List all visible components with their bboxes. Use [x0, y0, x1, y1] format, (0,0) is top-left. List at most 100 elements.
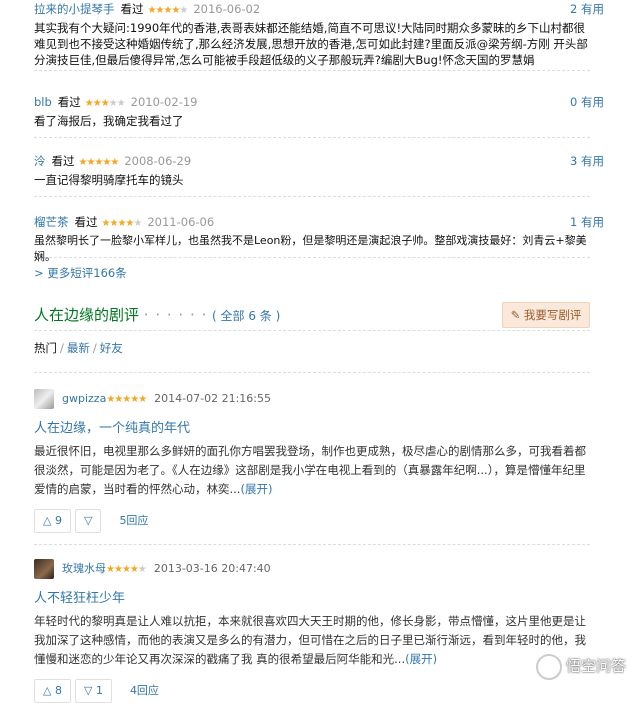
short-comment: blb 看过 ★★★★★ 2010-02-19 0 有用 看了海报后，我确定我看过了	[34, 93, 604, 138]
review-date: 2013-03-16 20:47:40	[153, 562, 271, 575]
star-icon: ★	[129, 564, 139, 575]
watermark-text: 悟空问答	[565, 657, 626, 675]
triangle-up-icon: △	[43, 684, 52, 697]
sort-separator: /	[60, 341, 64, 355]
star-icon: ★	[137, 564, 147, 575]
useful-button[interactable]: 2 有用	[570, 0, 604, 18]
title-dots: · · · · · ·	[143, 306, 208, 324]
useful-button[interactable]: 1 有用	[570, 213, 604, 231]
rating-stars: ★★★★★	[148, 5, 189, 16]
vote-up-button[interactable]: △ 8	[34, 679, 71, 703]
comment-text: 看了海报后，我确定我看过了	[34, 114, 184, 128]
sort-separator: /	[92, 341, 97, 355]
comment-header: 泠看过 ★★★★★ 2008-06-29 3 有用	[34, 152, 604, 170]
review-title[interactable]: 人在边缘，一个纯真的年代	[34, 417, 590, 436]
review-item: 玫瑰水母★★★★★ 2013-03-16 20:47:40 人不轻狂枉少年 年轻时…	[34, 559, 590, 703]
review-header: gwpizza★★★★★ 2014-07-02 21:16:55	[34, 389, 590, 409]
comment-text: 一直记得黎明骑摩托车的镜头	[34, 173, 184, 187]
star-icon: ★	[106, 564, 115, 575]
short-comment: 泠看过 ★★★★★ 2008-06-29 3 有用 一直记得黎明骑摩托车的镜头	[34, 152, 604, 197]
vote-down-count: 1	[95, 684, 103, 697]
watched-label: 看过	[120, 2, 144, 16]
reviews-section-header: 人在边缘的剧评 · · · · · · ( 全部 6 条 ) ✎ 我要写剧评	[34, 300, 590, 331]
comment-header: 拉来的小提琴手 看过 ★★★★★ 2016-06-02 2 有用	[34, 0, 604, 18]
write-review-button[interactable]: ✎ 我要写剧评	[502, 302, 590, 328]
star-icon: ★	[130, 394, 139, 405]
section-title-text: 人在边缘的剧评	[34, 306, 140, 324]
vote-up-count: 9	[54, 514, 62, 527]
write-review-label: 我要写剧评	[523, 308, 582, 322]
watermark-logo: 悟空问答	[535, 651, 626, 681]
comment-header: blb 看过 ★★★★★ 2010-02-19 0 有用	[34, 93, 604, 111]
star-icon: ★	[100, 98, 110, 109]
rating-stars: ★★★★★	[79, 157, 120, 168]
review-user-link[interactable]: 玫瑰水母	[62, 562, 106, 575]
review-text-body: 年轻时代的黎明真是让人难以抗拒，本来就很喜欢四大天王时期的他，修长身影，带点懵懂…	[34, 614, 586, 666]
vote-up-button[interactable]: △ 9	[34, 509, 71, 533]
comment-date: 2016-06-02	[193, 2, 261, 16]
section-title: 人在边缘的剧评 · · · · · · ( 全部 6 条 )	[34, 304, 280, 325]
review-sort-tabs: 热门 / 最新 / 好友	[34, 340, 123, 356]
comment-date: 2008-06-29	[124, 154, 192, 168]
star-icon: ★	[133, 218, 142, 229]
review-user-link[interactable]: gwpizza	[62, 392, 106, 405]
replies-link[interactable]: 4回应	[130, 684, 159, 697]
useful-button[interactable]: 3 有用	[570, 152, 604, 170]
star-icon: ★	[113, 564, 123, 575]
triangle-down-icon: ▽	[83, 684, 93, 697]
divider	[34, 372, 590, 373]
more-short-comments-link[interactable]: > 更多短评166条	[34, 265, 127, 281]
review-footer: △ 8 ▽ 1 4回应	[34, 679, 590, 703]
star-icon: ★	[84, 98, 94, 109]
watched-label: 看过	[57, 95, 81, 109]
pencil-icon: ✎	[510, 308, 521, 322]
vote-down-button[interactable]: ▽ 1	[74, 679, 112, 703]
comment-user-link[interactable]: 拉来的小提琴手	[34, 2, 115, 16]
avatar[interactable]	[34, 389, 54, 409]
triangle-down-icon: ▽	[83, 514, 93, 527]
comment-header: 榴芒茶 看过 ★★★★★ 2011-06-06 1 有用	[34, 213, 604, 231]
comment-user-link[interactable]: 榴芒茶	[34, 215, 69, 229]
rating-stars: ★★★★★	[102, 218, 143, 229]
star-icon: ★	[138, 394, 147, 405]
comment-user-link[interactable]: blb	[34, 95, 52, 109]
watched-label: 看过	[51, 154, 75, 168]
all-reviews-link[interactable]: ( 全部 6 条 )	[212, 309, 280, 323]
comment-text: 其实我有个大疑问:1990年代的香港,表哥表妹都还能结婚,简直不可思议!大陆同时…	[34, 21, 588, 67]
vote-down-button[interactable]: ▽	[74, 509, 102, 533]
replies-link[interactable]: 5回应	[119, 514, 148, 527]
sort-hot[interactable]: 热门	[34, 341, 57, 355]
rating-stars: ★★★★★	[106, 564, 147, 575]
star-icon: ★	[116, 98, 126, 109]
sort-latest[interactable]: 最新	[67, 341, 90, 355]
triangle-up-icon: △	[43, 514, 52, 527]
review-header: 玫瑰水母★★★★★ 2013-03-16 20:47:40	[34, 559, 590, 579]
comment-date: 2011-06-06	[147, 215, 215, 229]
vote-up-count: 8	[54, 684, 62, 697]
useful-button[interactable]: 0 有用	[570, 93, 604, 111]
expand-link[interactable]: (展开)	[405, 652, 437, 666]
chat-bubble-icon	[535, 653, 562, 680]
sort-friends[interactable]: 好友	[100, 341, 123, 355]
review-text-body: 最近很怀旧，电视里那么多鲜妍的面孔你方唱罢我登场，制作也更成熟，极尽虐心的剧情那…	[34, 444, 586, 496]
review-item: gwpizza★★★★★ 2014-07-02 21:16:55 人在边缘，一个纯…	[34, 389, 590, 533]
watched-label: 看过	[74, 215, 98, 229]
review-footer: △ 9 ▽ 5回应	[34, 509, 590, 533]
short-comment: 榴芒茶 看过 ★★★★★ 2011-06-06 1 有用 虽然黎明长了一脸黎小军样儿，…	[34, 213, 604, 263]
short-comment: 拉来的小提琴手 看过 ★★★★★ 2016-06-02 2 有用 其实我有个大疑问:1…	[34, 0, 604, 71]
review-text: 年轻时代的黎明真是让人难以抗拒，本来就很喜欢四大天王时期的他，修长身影，带点懵懂…	[34, 612, 590, 669]
star-icon: ★	[121, 564, 131, 575]
comment-user-link[interactable]: 泠	[34, 154, 46, 168]
star-icon: ★	[92, 98, 102, 109]
star-icon: ★	[110, 157, 119, 168]
expand-link[interactable]: (展开)	[240, 482, 272, 496]
rating-stars: ★★★★★	[106, 394, 147, 405]
avatar[interactable]	[34, 559, 54, 579]
star-icon: ★	[108, 98, 118, 109]
review-text: 最近很怀旧，电视里那么多鲜妍的面孔你方唱罢我登场，制作也更成熟，极尽虐心的剧情那…	[34, 442, 590, 499]
rating-stars: ★★★★★	[84, 98, 126, 109]
review-title[interactable]: 人不轻狂枉少年	[34, 587, 590, 606]
divider	[34, 544, 590, 545]
review-date: 2014-07-02 21:16:55	[154, 392, 271, 405]
star-icon: ★	[179, 5, 188, 16]
